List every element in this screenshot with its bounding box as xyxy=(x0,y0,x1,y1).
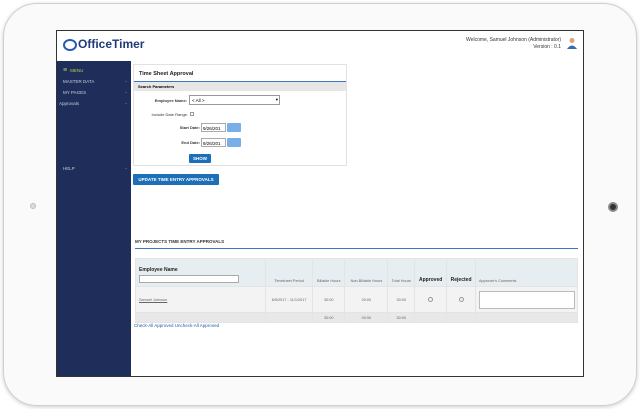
column-header: Approved xyxy=(414,258,448,287)
sidebar: ≡ MENU MASTER DATA - MY PAGES - Approvals - … xyxy=(57,61,131,376)
version-text: Version : 0.1 xyxy=(533,44,561,50)
divider xyxy=(135,248,578,249)
dropdown-icon: ▾ xyxy=(275,97,278,102)
column-header: Timesheet Period xyxy=(264,258,314,287)
column-header: Non-Billable Hours xyxy=(344,258,389,287)
billable-hours: 30:00 xyxy=(312,286,346,313)
include-range-checkbox[interactable] xyxy=(190,112,194,116)
approved-radio[interactable] xyxy=(428,296,434,302)
item-label: HELP xyxy=(63,166,75,171)
include-range-label: Include Date Range: xyxy=(151,112,188,117)
sidebar-item-master-data[interactable]: MASTER DATA - xyxy=(63,79,127,84)
menu-label: MENU xyxy=(70,68,84,73)
totals-row: 30:00 00:00 30:00 xyxy=(135,312,578,323)
welcome-text: Welcome, Samuel Johnson (Administrator) xyxy=(466,37,561,43)
expand-icon: - xyxy=(125,166,128,171)
table-row: Samuel Johnson 6/5/2017 - 11/1/2017 30:0… xyxy=(135,286,578,313)
non-billable-hours: 00:00 xyxy=(344,286,389,313)
calendar-icon[interactable] xyxy=(227,138,241,147)
check-links: Check-All Approved Uncheck-All Approved xyxy=(134,323,219,328)
column-header: Billable Hours xyxy=(312,258,346,287)
total-billable: 30:00 xyxy=(312,312,346,323)
end-date-input[interactable]: 9/26/201 xyxy=(201,138,226,147)
check-all-link[interactable]: Check-All Approved xyxy=(134,323,174,328)
column-header: Approver's Comments xyxy=(475,258,578,287)
item-label: Approvals xyxy=(59,101,80,106)
update-approvals-button[interactable]: UPDATE TIME ENTRY APPROVALS xyxy=(133,174,219,185)
select-value: < All > xyxy=(192,98,205,103)
expand-icon: - xyxy=(125,101,128,106)
screen: OfficeTimer Welcome, Samuel Johnson (Adm… xyxy=(56,30,584,377)
search-parameters-header: Search Parameters xyxy=(134,82,346,91)
sidebar-item-my-pages[interactable]: MY PAGES - xyxy=(63,90,127,95)
calendar-icon[interactable] xyxy=(227,123,241,132)
user-avatar-icon[interactable] xyxy=(567,37,577,49)
app-name: OfficeTimer xyxy=(78,37,145,51)
start-date-label: Start Date: xyxy=(179,125,200,130)
home-button[interactable] xyxy=(608,202,618,212)
timesheet-approval-panel: Time Sheet Approval Search Parameters Em… xyxy=(133,64,347,166)
end-date-label: End Date: xyxy=(181,140,200,145)
sidebar-item-help[interactable]: HELP - xyxy=(63,166,127,171)
menu-toggle[interactable]: ≡ MENU xyxy=(63,67,127,74)
employee-link[interactable]: Samuel Johnson xyxy=(139,298,167,302)
comments-textarea[interactable] xyxy=(478,290,575,309)
item-label: MY PAGES xyxy=(63,90,87,95)
column-header: Employee Name xyxy=(139,267,178,273)
total-non-billable: 00:00 xyxy=(344,312,389,323)
rejected-radio[interactable] xyxy=(458,296,464,302)
start-date-input[interactable]: 9/26/201 xyxy=(201,123,226,132)
clock-logo-icon xyxy=(63,38,77,51)
camera-icon xyxy=(30,203,36,209)
total-hours: 30:00 xyxy=(387,286,416,313)
employee-label: Employee Name: xyxy=(154,98,187,103)
hamburger-icon: ≡ xyxy=(63,67,68,74)
total-hours-sum: 30:00 xyxy=(387,312,416,323)
employee-select[interactable]: < All > ▾ xyxy=(189,95,280,105)
timesheet-period: 6/5/2017 - 11/1/2017 xyxy=(264,286,314,313)
expand-icon: - xyxy=(125,79,128,84)
column-header: Total Hours xyxy=(387,258,416,287)
welcome-block: Welcome, Samuel Johnson (Administrator) V… xyxy=(466,37,561,51)
employee-filter-input[interactable] xyxy=(139,275,239,283)
section-title: MY PROJECTS TIME ENTRY APPROVALS xyxy=(135,239,225,244)
logo[interactable]: OfficeTimer xyxy=(63,37,144,51)
expand-icon: - xyxy=(125,90,128,95)
header: OfficeTimer Welcome, Samuel Johnson (Adm… xyxy=(57,31,583,61)
sidebar-item-approvals[interactable]: Approvals - xyxy=(59,101,127,106)
column-header: Rejected xyxy=(446,258,476,287)
show-button[interactable]: SHOW xyxy=(189,154,211,163)
uncheck-all-link[interactable]: Uncheck-All Approved xyxy=(175,323,219,328)
item-label: MASTER DATA xyxy=(63,79,95,84)
panel-title: Time Sheet Approval xyxy=(134,65,346,82)
approvals-table: Employee Name Timesheet Period Billable … xyxy=(135,258,578,323)
